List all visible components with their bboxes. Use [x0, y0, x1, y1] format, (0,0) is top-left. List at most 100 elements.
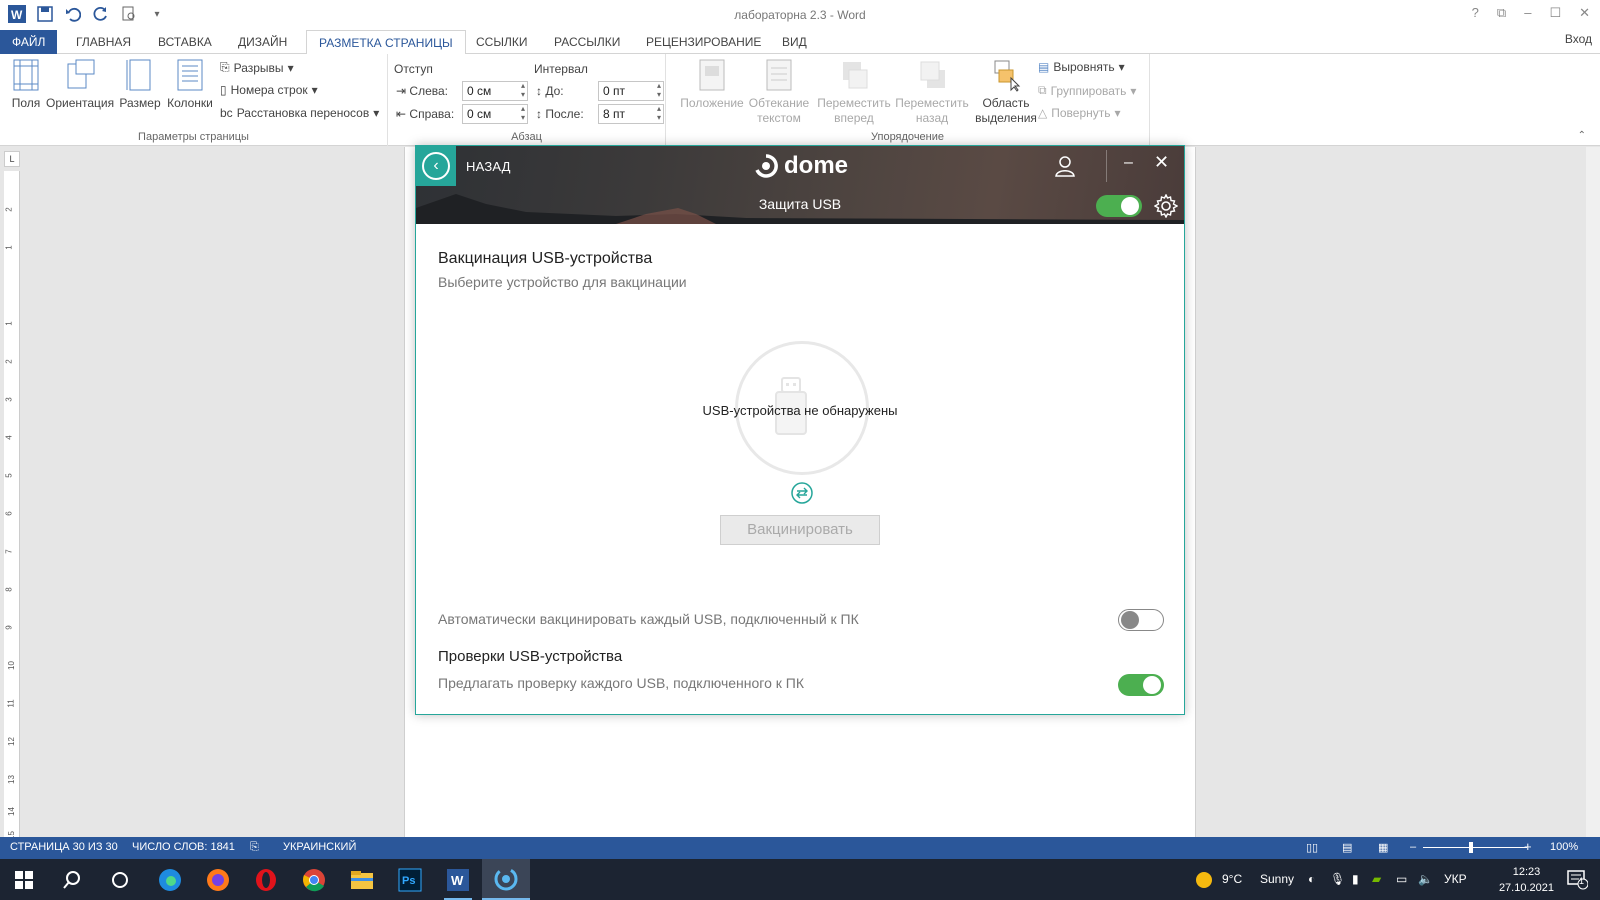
tab-mailings[interactable]: РАССЫЛКИ: [542, 30, 632, 54]
chrome-icon[interactable]: [290, 859, 338, 900]
tab-references[interactable]: ССЫЛКИ: [464, 30, 539, 54]
zoom-level[interactable]: 100%: [1550, 841, 1578, 853]
tab-design[interactable]: ДИЗАЙН: [226, 30, 299, 54]
web-layout-icon[interactable]: ▦: [1378, 841, 1388, 854]
columns-icon: [177, 59, 203, 91]
tab-page-layout[interactable]: РАЗМЕТКА СТРАНИЦЫ: [306, 30, 466, 55]
network-icon[interactable]: ▭: [1396, 872, 1407, 886]
proofing-icon[interactable]: ⎘: [250, 841, 259, 854]
selection-pane-button[interactable]: Область выделения: [974, 58, 1038, 126]
user-account-icon[interactable]: [1054, 155, 1076, 177]
vaccinate-button[interactable]: Вакцинировать: [720, 515, 880, 545]
clock[interactable]: 12:23 27.10.2021: [1499, 864, 1554, 896]
no-devices-message: USB-устройства не обнаружены: [702, 403, 898, 418]
back-button[interactable]: ‹: [416, 146, 456, 186]
toggle-knob: [1121, 611, 1139, 629]
language-status[interactable]: УКРАИНСКИЙ: [283, 841, 356, 853]
hyphenation-button[interactable]: bc Расстановка переносов ▾: [220, 106, 379, 120]
tab-review[interactable]: РЕЦЕНЗИРОВАНИЕ: [634, 30, 773, 54]
size-button[interactable]: Размер: [118, 58, 162, 111]
minimize-icon[interactable]: –: [1524, 5, 1531, 21]
volume-icon[interactable]: 🔈: [1418, 872, 1433, 886]
vaccination-subtitle: Выберите устройство для вакцинации: [438, 274, 687, 290]
back-label[interactable]: НАЗАД: [466, 159, 511, 174]
spacing-after-input[interactable]: 8 пт: [598, 104, 664, 124]
task-view-icon[interactable]: [96, 859, 144, 900]
vertical-ruler: 2 1 1 2 3 4 5 6 7 8 9 10 11 12 13 14 15: [4, 171, 20, 840]
margins-icon: [13, 59, 39, 91]
page-count[interactable]: СТРАНИЦА 30 ИЗ 30: [10, 841, 118, 853]
align-button[interactable]: ▤ Выровнять ▾: [1038, 60, 1125, 74]
start-icon[interactable]: [0, 859, 48, 900]
group-button[interactable]: ⧉ Группировать ▾: [1038, 83, 1136, 98]
line-numbers-button[interactable]: ▯ Номера строк ▾: [220, 83, 318, 97]
word-taskbar-icon[interactable]: W: [434, 859, 482, 900]
usb-tray-icon[interactable]: ▮: [1352, 872, 1359, 886]
settings-gear-icon[interactable]: [1154, 194, 1178, 218]
arrange-label: Упорядочение: [871, 131, 944, 143]
sign-in-link[interactable]: Вход: [1565, 32, 1592, 46]
weather-text[interactable]: Sunny: [1260, 872, 1294, 886]
toggle-knob: [1121, 197, 1139, 215]
zoom-out-icon[interactable]: –: [1410, 841, 1416, 853]
help-icon[interactable]: ?: [1472, 5, 1479, 21]
margins-button[interactable]: Поля: [8, 58, 44, 111]
ruler-number: 2: [4, 207, 14, 212]
position-button[interactable]: Положение: [680, 58, 744, 111]
rotate-button[interactable]: △ Повернуть ▾: [1038, 106, 1121, 120]
explorer-icon[interactable]: [338, 859, 386, 900]
tab-insert[interactable]: ВСТАВКА: [146, 30, 224, 54]
ruler-number: 1: [4, 321, 14, 326]
header-separator: [1106, 150, 1107, 182]
orientation-button[interactable]: Ориентация: [46, 58, 114, 111]
photoshop-icon[interactable]: Ps: [386, 859, 434, 900]
send-backward-button[interactable]: Переместить назад: [894, 58, 970, 126]
maximize-icon[interactable]: ☐: [1549, 5, 1561, 21]
firefox-icon[interactable]: [194, 859, 242, 900]
print-layout-icon[interactable]: ▤: [1342, 841, 1352, 854]
usb-checks-toggle[interactable]: [1118, 674, 1164, 696]
input-language[interactable]: УКР: [1444, 872, 1467, 886]
dome-minimize-icon[interactable]: –: [1124, 154, 1133, 172]
close-icon[interactable]: ✕: [1579, 5, 1590, 21]
indent-right-input[interactable]: 0 см: [462, 104, 528, 124]
ruler-number: 6: [4, 511, 14, 516]
indent-right-icon: ⇤: [396, 107, 407, 121]
breaks-button[interactable]: ⎘ Разрывы ▾: [220, 60, 294, 75]
bring-forward-button[interactable]: Переместить вперед: [816, 58, 892, 126]
svg-text:W: W: [451, 873, 464, 888]
collapse-ribbon-icon[interactable]: ⌃: [1578, 130, 1586, 141]
ribbon-display-icon[interactable]: ⧉: [1497, 5, 1506, 21]
vertical-scrollbar[interactable]: [1586, 147, 1600, 837]
dome-tray-icon[interactable]: ◐: [1308, 872, 1315, 886]
columns-button[interactable]: Колонки: [164, 58, 216, 111]
zoom-slider[interactable]: [1423, 847, 1527, 848]
usb-checks-subtitle: Предлагать проверку каждого USB, подключ…: [438, 675, 804, 691]
read-mode-icon[interactable]: ▯▯: [1306, 841, 1318, 854]
send-backward-icon: [920, 61, 945, 88]
auto-vaccinate-toggle[interactable]: [1118, 609, 1164, 631]
nvidia-icon[interactable]: ▰: [1372, 872, 1381, 886]
search-icon[interactable]: [48, 859, 96, 900]
word-count[interactable]: ЧИСЛО СЛОВ: 1841: [132, 841, 235, 853]
weather-icon[interactable]: [1194, 870, 1214, 893]
dome-close-icon[interactable]: ✕: [1154, 152, 1169, 173]
refresh-icon[interactable]: [790, 481, 814, 505]
usb-protection-toggle[interactable]: [1096, 195, 1142, 217]
edge-icon[interactable]: [146, 859, 194, 900]
tab-view[interactable]: ВИД: [770, 30, 819, 54]
spacing-before-input[interactable]: 0 пт: [598, 81, 664, 101]
tab-selector[interactable]: L: [4, 151, 20, 167]
microphone-icon[interactable]: 🎙: [1330, 872, 1345, 886]
notifications-icon[interactable]: [1566, 868, 1589, 893]
zoom-slider-thumb[interactable]: [1469, 842, 1473, 853]
indent-left-input[interactable]: 0 см: [462, 81, 528, 101]
zoom-in-icon[interactable]: +: [1524, 839, 1532, 854]
opera-icon[interactable]: [242, 859, 290, 900]
tab-home[interactable]: ГЛАВНАЯ: [64, 30, 143, 54]
dome-taskbar-icon[interactable]: [482, 859, 530, 900]
wrap-text-button[interactable]: Обтекание текстом: [748, 58, 810, 126]
tab-file[interactable]: ФАЙЛ: [0, 30, 58, 54]
dome-usb-protection-window: ‹ НАЗАД dome – ✕ Защита USB Вакцинация U…: [415, 145, 1185, 715]
weather-temp[interactable]: 9°C: [1222, 872, 1242, 886]
